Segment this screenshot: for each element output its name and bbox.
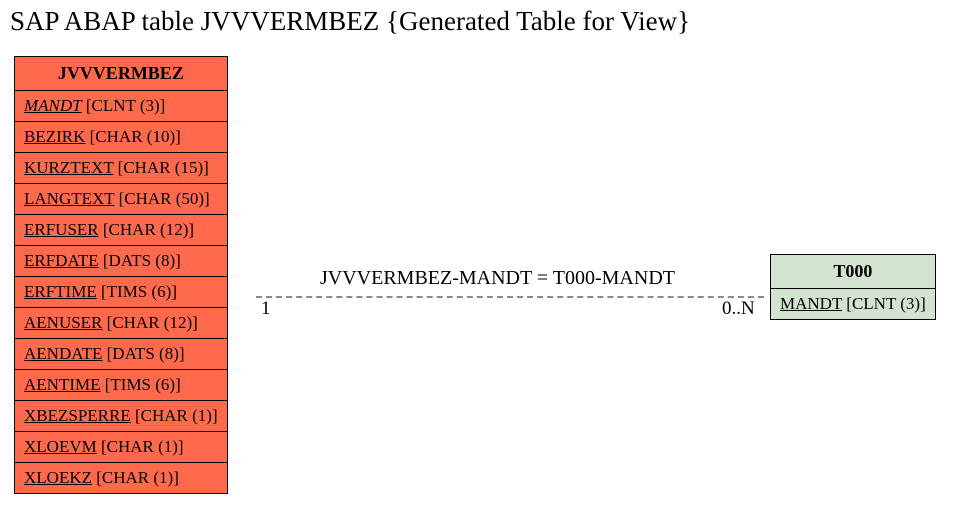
field-name: ERFUSER	[24, 220, 99, 239]
field-type: [CHAR (12)]	[102, 313, 197, 332]
jvvvermbez-field-langtext: LANGTEXT [CHAR (50)]	[15, 184, 228, 215]
jvvvermbez-field-erfdate: ERFDATE [DATS (8)]	[15, 246, 228, 277]
jvvvermbez-field-bezirk: BEZIRK [CHAR (10)]	[15, 122, 228, 153]
entity-jvvvermbez-header: JVVVERMBEZ	[15, 57, 228, 91]
jvvvermbez-field-aendate: AENDATE [DATS (8)]	[15, 339, 228, 370]
field-name: XBEZSPERRE	[24, 406, 131, 425]
field-type: [CHAR (12)]	[99, 220, 194, 239]
field-name: XLOEVM	[24, 437, 97, 456]
entity-t000: T000 MANDT [CLNT (3)]	[770, 254, 936, 320]
field-name: MANDT	[24, 96, 82, 115]
jvvvermbez-field-xbezsperre: XBEZSPERRE [CHAR (1)]	[15, 401, 228, 432]
field-type: [CHAR (1)]	[92, 468, 179, 487]
page-title: SAP ABAP table JVVVERMBEZ {Generated Tab…	[10, 6, 690, 37]
field-name: AENTIME	[24, 375, 100, 394]
field-type: [DATS (8)]	[99, 251, 181, 270]
jvvvermbez-field-mandt: MANDT [CLNT (3)]	[15, 91, 228, 122]
field-type: [TIMS (6)]	[100, 375, 180, 394]
field-name: KURZTEXT	[24, 158, 113, 177]
field-name: BEZIRK	[24, 127, 85, 146]
field-type: [CHAR (1)]	[131, 406, 218, 425]
entity-jvvvermbez: JVVVERMBEZ MANDT [CLNT (3)]BEZIRK [CHAR …	[14, 56, 228, 494]
field-name: AENDATE	[24, 344, 102, 363]
cardinality-left: 1	[261, 298, 271, 320]
field-name: XLOEKZ	[24, 468, 92, 487]
field-name: AENUSER	[24, 313, 102, 332]
field-type: [CHAR (10)]	[85, 127, 180, 146]
field-type: [CHAR (50)]	[114, 189, 209, 208]
entity-t000-header: T000	[771, 255, 936, 289]
cardinality-right: 0..N	[722, 298, 755, 320]
jvvvermbez-field-aentime: AENTIME [TIMS (6)]	[15, 370, 228, 401]
field-type: [CHAR (15)]	[113, 158, 208, 177]
jvvvermbez-field-erftime: ERFTIME [TIMS (6)]	[15, 277, 228, 308]
field-name: MANDT	[780, 294, 842, 313]
field-name: LANGTEXT	[24, 189, 114, 208]
field-type: [CLNT (3)]	[82, 96, 166, 115]
t000-field-mandt: MANDT [CLNT (3)]	[771, 289, 936, 320]
jvvvermbez-field-erfuser: ERFUSER [CHAR (12)]	[15, 215, 228, 246]
jvvvermbez-field-aenuser: AENUSER [CHAR (12)]	[15, 308, 228, 339]
jvvvermbez-field-xloekz: XLOEKZ [CHAR (1)]	[15, 463, 228, 494]
relation-connector	[256, 296, 764, 298]
relation-label: JVVVERMBEZ-MANDT = T000-MANDT	[320, 267, 675, 290]
field-type: [CLNT (3)]	[842, 294, 926, 313]
field-name: ERFTIME	[24, 282, 97, 301]
field-name: ERFDATE	[24, 251, 99, 270]
jvvvermbez-field-kurztext: KURZTEXT [CHAR (15)]	[15, 153, 228, 184]
field-type: [TIMS (6)]	[97, 282, 177, 301]
field-type: [CHAR (1)]	[97, 437, 184, 456]
jvvvermbez-field-xloevm: XLOEVM [CHAR (1)]	[15, 432, 228, 463]
field-type: [DATS (8)]	[102, 344, 184, 363]
